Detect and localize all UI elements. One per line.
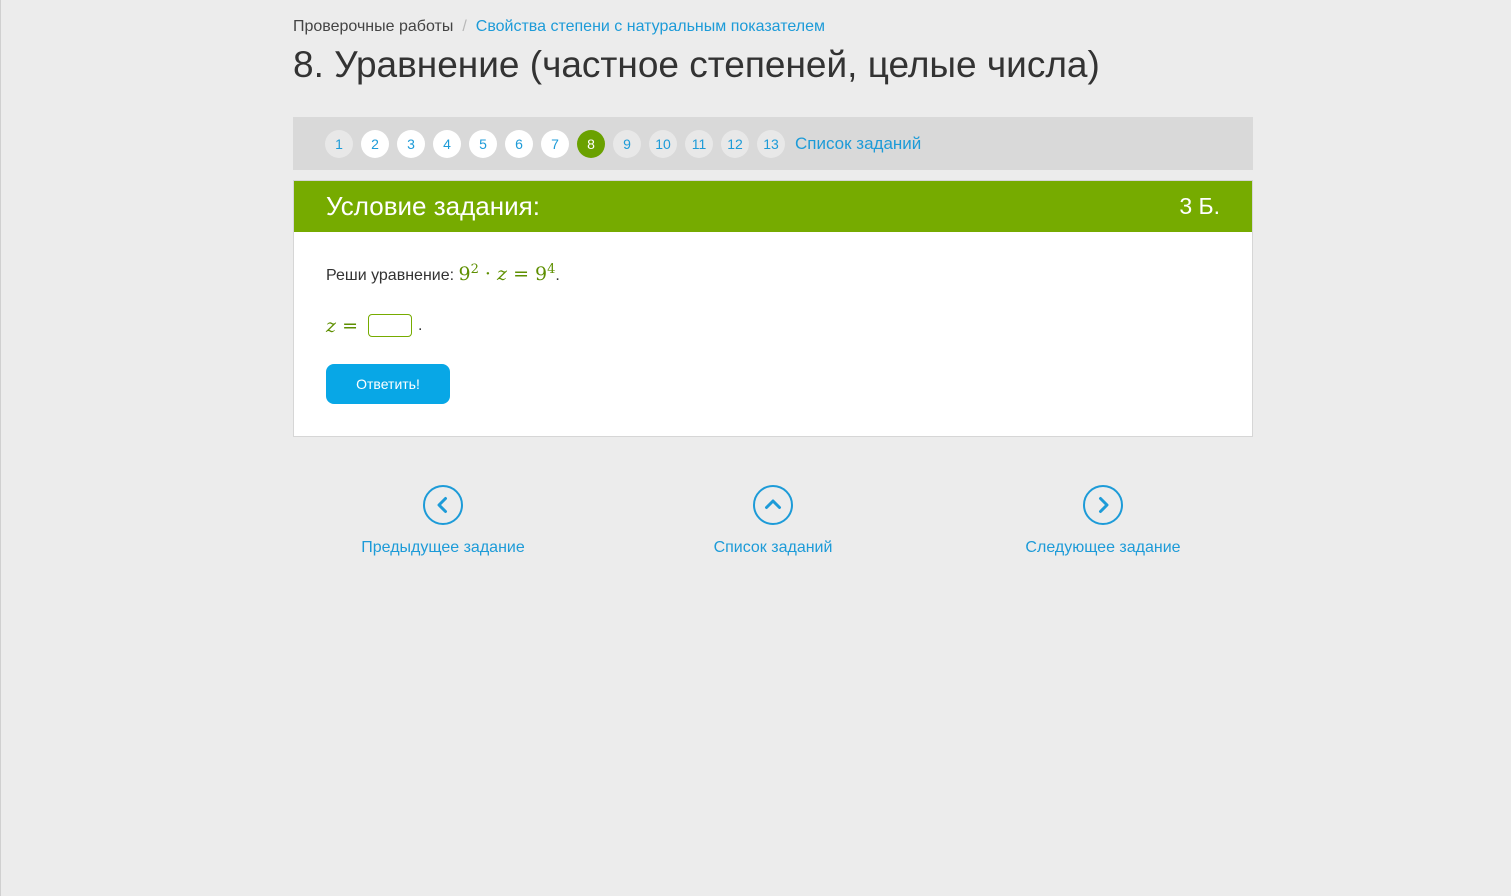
page-link-11[interactable]: 11	[685, 130, 713, 158]
left-edge-divider	[0, 0, 1, 896]
bottom-navigation: Предыдущее задание Список заданий Следую…	[293, 485, 1253, 565]
equation: 92 · z = 94	[458, 262, 556, 285]
page-link-6[interactable]: 6	[505, 130, 533, 158]
chevron-right-icon	[1083, 485, 1123, 525]
submit-answer-button[interactable]: Ответить!	[326, 364, 450, 404]
page-link-2[interactable]: 2	[361, 130, 389, 158]
next-task-link[interactable]: Следующее задание	[993, 485, 1213, 557]
equation-exponent-1: 2	[470, 262, 479, 277]
page-link-3[interactable]: 3	[397, 130, 425, 158]
equation-base-1: 9	[458, 263, 471, 285]
equation-variable: z	[497, 263, 508, 285]
breadcrumb-current-link[interactable]: Свойства степени с натуральным показател…	[476, 18, 825, 35]
pager-items: 1 2 3 4 5 6 7 8 9 10 11 12 13 Список зад…	[325, 130, 921, 158]
task-header: Условие задания: 3 Б.	[294, 181, 1252, 232]
answer-label: z =	[326, 315, 358, 337]
equation-operator: ·	[484, 263, 491, 285]
equation-end-dot: .	[555, 267, 560, 284]
chevron-up-icon	[753, 485, 793, 525]
answer-equals: =	[342, 314, 358, 337]
task-list-link[interactable]: Список заданий	[663, 485, 883, 557]
task-card: Условие задания: 3 Б. Реши уравнение: 92…	[293, 180, 1253, 437]
answer-end-dot: .	[417, 316, 423, 334]
page-link-7[interactable]: 7	[541, 130, 569, 158]
previous-task-link[interactable]: Предыдущее задание	[333, 485, 553, 557]
previous-task-label: Предыдущее задание	[361, 539, 525, 556]
task-pager: 1 2 3 4 5 6 7 8 9 10 11 12 13 Список зад…	[293, 117, 1253, 170]
breadcrumb-root[interactable]: Проверочные работы	[293, 18, 453, 35]
page-link-1[interactable]: 1	[325, 130, 353, 158]
page-link-8-active[interactable]: 8	[577, 130, 605, 158]
task-points: 3 Б.	[1179, 193, 1220, 219]
page-link-13[interactable]: 13	[757, 130, 785, 158]
page-link-12[interactable]: 12	[721, 130, 749, 158]
page-link-4[interactable]: 4	[433, 130, 461, 158]
question-prefix: Реши уравнение:	[326, 267, 459, 284]
answer-variable: z	[326, 314, 337, 337]
page-title: 8. Уравнение (частное степеней, целые чи…	[293, 44, 1100, 85]
pager-task-list-link[interactable]: Список заданий	[795, 134, 921, 154]
task-question: Реши уравнение: 92 · z = 94.	[326, 262, 560, 285]
equation-equals: =	[513, 263, 529, 285]
breadcrumb-separator: /	[462, 18, 467, 35]
page-link-9[interactable]: 9	[613, 130, 641, 158]
equation-base-2: 9	[535, 263, 548, 285]
page-link-5[interactable]: 5	[469, 130, 497, 158]
next-task-label: Следующее задание	[1025, 539, 1181, 556]
task-list-label: Список заданий	[713, 539, 833, 556]
answer-input[interactable]	[367, 314, 412, 337]
chevron-left-icon	[423, 485, 463, 525]
breadcrumb: Проверочные работы / Свойства степени с на…	[293, 18, 825, 36]
task-header-title: Условие задания:	[326, 191, 540, 221]
page-link-10[interactable]: 10	[649, 130, 677, 158]
answer-row: z = .	[326, 314, 422, 337]
